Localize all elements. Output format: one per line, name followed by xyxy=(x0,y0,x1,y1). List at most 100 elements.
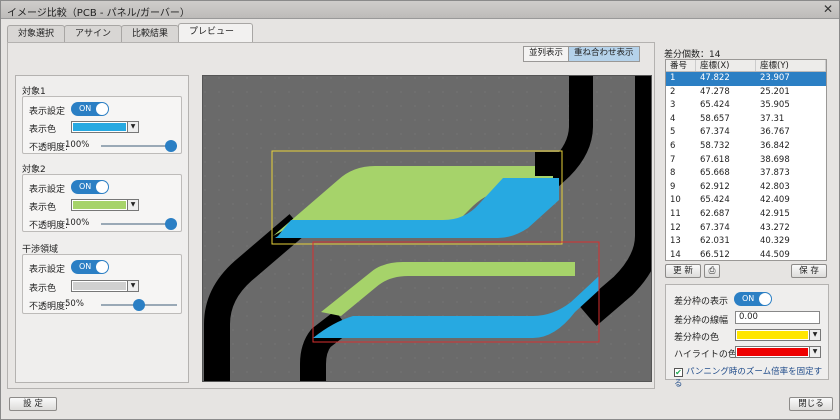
show-frame-toggle[interactable]: ON xyxy=(734,292,772,306)
diff-table: 番号 座標(X) 座標(Y) 1 47.822 23.907 2 47.278 25.20… xyxy=(665,59,827,261)
table-cell: 36.842 xyxy=(760,140,790,151)
highlight-color-label: ハイライトの色 xyxy=(674,350,737,360)
table-cell: 42.409 xyxy=(760,195,790,206)
highlight-color-picker[interactable]: ▼ xyxy=(735,346,821,358)
slider-thumb[interactable] xyxy=(165,218,177,230)
table-cell: 65.424 xyxy=(700,195,730,206)
tab-assign[interactable]: アサイン xyxy=(64,25,123,42)
layer-settings-panel: 対象1 表示設定 ON 表示色 ▼ 不透明度: 100% 対象2 表示設定 ON… xyxy=(15,75,189,383)
interference-display-toggle[interactable]: ON xyxy=(71,260,109,274)
table-cell: 38.698 xyxy=(760,154,790,165)
target2-opacity-slider[interactable] xyxy=(101,218,177,230)
tab-bar: 対象選択 アサイン 比較結果 プレビュー xyxy=(7,23,254,43)
table-row[interactable]: 13 62.031 40.329 xyxy=(666,235,826,249)
table-row[interactable]: 6 58.732 36.842 xyxy=(666,140,826,154)
table-row[interactable]: 4 58.657 37.31 xyxy=(666,113,826,127)
target1-opacity-label: 不透明度: xyxy=(29,143,69,153)
interference-opacity-value: 50% xyxy=(65,299,84,309)
settings-button[interactable]: 設 定 xyxy=(9,397,57,411)
table-row[interactable]: 11 62.687 42.915 xyxy=(666,208,826,222)
table-cell: 23.907 xyxy=(760,73,790,83)
table-cell: 67.374 xyxy=(700,222,730,233)
side-by-side-button[interactable]: 並列表示 xyxy=(524,47,569,61)
target2-group: 表示設定 ON 表示色 ▼ 不透明度: 100% xyxy=(22,174,182,232)
slider-thumb[interactable] xyxy=(165,140,177,152)
toggle-knob xyxy=(96,103,108,115)
toggle-label: ON xyxy=(79,182,92,191)
target1-display-label: 表示設定 xyxy=(29,107,66,117)
tab-compare-result[interactable]: 比較結果 xyxy=(121,25,180,42)
title-bar: イメージ比較（PCB - パネル/ガーバー） ✕ xyxy=(1,1,839,19)
target2-color-picker[interactable]: ▼ xyxy=(71,199,139,211)
table-cell: 11 xyxy=(670,208,681,219)
tab-target-select[interactable]: 対象選択 xyxy=(7,25,66,42)
close-icon[interactable]: ✕ xyxy=(823,2,833,16)
target1-opacity-value: 100% xyxy=(65,140,90,150)
fix-zoom-label: パンニング時のズーム倍率を固定する xyxy=(674,367,823,389)
target2-opacity-value: 100% xyxy=(65,218,90,228)
table-row[interactable]: 5 67.374 36.767 xyxy=(666,126,826,140)
checkbox-check-icon: ✔ xyxy=(674,368,683,377)
target2-opacity-label: 不透明度: xyxy=(29,221,69,231)
table-row[interactable]: 10 65.424 42.409 xyxy=(666,194,826,208)
table-cell: 65.668 xyxy=(700,168,730,179)
table-cell: 9 xyxy=(670,181,676,192)
table-cell: 6 xyxy=(670,140,676,151)
interference-color-picker[interactable]: ▼ xyxy=(71,280,139,292)
frame-width-input[interactable]: 0.00 xyxy=(735,311,820,324)
col-y[interactable]: 座標(Y) xyxy=(756,60,826,71)
color-swatch xyxy=(737,348,808,356)
toggle-knob xyxy=(96,181,108,193)
table-cell: 25.201 xyxy=(760,86,790,97)
close-button[interactable]: 閉じる xyxy=(789,397,833,411)
tab-preview[interactable]: プレビュー xyxy=(178,23,254,42)
table-cell: 62.031 xyxy=(700,236,730,247)
toggle-label: ON xyxy=(742,294,755,303)
overlay-button[interactable]: 重ね合わせ表示 xyxy=(568,47,639,61)
chevron-down-icon: ▼ xyxy=(809,330,820,340)
table-cell: 47.822 xyxy=(700,73,730,83)
table-row[interactable]: 7 67.618 38.698 xyxy=(666,154,826,168)
refresh-button[interactable]: 更 新 xyxy=(665,264,701,278)
table-cell: 43.272 xyxy=(760,222,790,233)
table-cell: 37.873 xyxy=(760,168,790,179)
interference-opacity-label: 不透明度: xyxy=(29,302,69,312)
save-button[interactable]: 保 存 xyxy=(791,264,827,278)
preview-canvas[interactable] xyxy=(202,75,652,382)
col-number[interactable]: 番号 xyxy=(666,60,696,71)
target1-color-picker[interactable]: ▼ xyxy=(71,121,139,133)
view-mode-toggle: 並列表示 重ね合わせ表示 xyxy=(523,46,640,62)
table-row[interactable]: 9 62.912 42.803 xyxy=(666,181,826,195)
table-row[interactable]: 12 67.374 43.272 xyxy=(666,222,826,236)
col-x[interactable]: 座標(X) xyxy=(696,60,756,71)
table-cell: 4 xyxy=(670,113,676,124)
target2-color-label: 表示色 xyxy=(29,203,57,213)
table-cell: 67.618 xyxy=(700,154,730,165)
frame-color-picker[interactable]: ▼ xyxy=(735,329,821,341)
toggle-knob xyxy=(759,293,771,305)
target2-display-toggle[interactable]: ON xyxy=(71,180,109,194)
table-row[interactable]: 2 47.278 25.201 xyxy=(666,86,826,100)
chevron-down-icon: ▼ xyxy=(127,122,138,132)
fix-zoom-checkbox[interactable]: ✔ パンニング時のズーム倍率を固定する xyxy=(674,365,828,389)
interference-color-label: 表示色 xyxy=(29,284,57,294)
print-button[interactable]: ⎙ xyxy=(704,264,720,278)
color-swatch xyxy=(737,331,808,339)
toggle-knob xyxy=(96,261,108,273)
diff-frame-settings: 差分枠の表示 ON 差分枠の線幅 0.00 差分枠の色 ▼ ハイライトの色 ▼ … xyxy=(665,284,829,389)
table-cell: 42.803 xyxy=(760,181,790,192)
table-row[interactable]: 1 47.822 23.907 xyxy=(666,72,826,86)
table-cell: 5 xyxy=(670,127,676,138)
table-cell: 36.767 xyxy=(760,127,790,138)
interference-opacity-slider[interactable] xyxy=(101,299,177,311)
overlay-image xyxy=(203,76,651,381)
target1-display-toggle[interactable]: ON xyxy=(71,102,109,116)
table-row[interactable]: 14 66.512 44.509 xyxy=(666,249,826,260)
slider-thumb[interactable] xyxy=(133,299,145,311)
color-swatch xyxy=(73,201,126,209)
chevron-down-icon: ▼ xyxy=(127,281,138,291)
table-row[interactable]: 3 65.424 35.905 xyxy=(666,99,826,113)
target1-opacity-slider[interactable] xyxy=(101,140,177,152)
window-title: イメージ比較（PCB - パネル/ガーバー） xyxy=(7,8,190,19)
table-row[interactable]: 8 65.668 37.873 xyxy=(666,167,826,181)
